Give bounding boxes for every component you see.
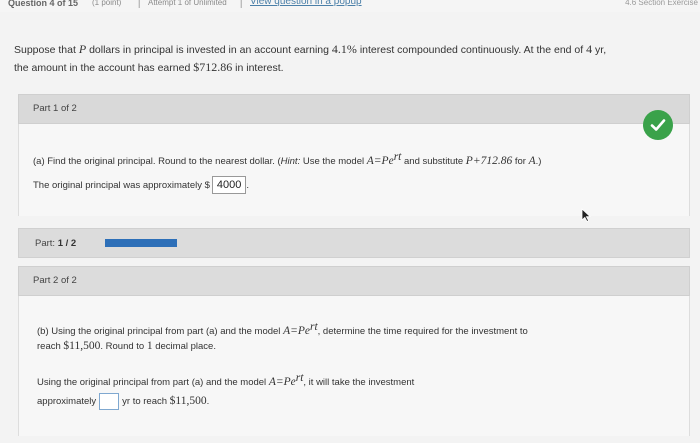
progress-bar: [105, 239, 177, 247]
attempt-counter: Attempt 1 of Unlimited: [148, 0, 227, 7]
progress-fill: [105, 239, 177, 247]
question-counter: Question 4 of 15: [8, 0, 79, 8]
part1-title: Part 1 of 2: [33, 103, 77, 114]
part2-answer-line: Using the original principal from part (…: [37, 369, 677, 411]
divider: |: [138, 0, 141, 8]
part1-prompt: (a) Find the original principal. Round t…: [33, 151, 542, 168]
part2-panel: (b) Using the original principal from pa…: [18, 296, 690, 436]
part2-prompt: (b) Using the original principal from pa…: [37, 321, 528, 353]
time-answer-input[interactable]: [99, 393, 120, 411]
divider: |: [240, 0, 243, 8]
part1-panel: (a) Find the original principal. Round t…: [18, 110, 690, 216]
part2-title: Part 2 of 2: [33, 275, 77, 286]
correct-check-icon: [643, 110, 673, 140]
part1-answer-line: The original principal was approximately…: [33, 176, 249, 195]
page: Question 4 of 15 (1 point) | Attempt 1 o…: [0, 0, 700, 443]
progress-label: Part: 1 / 2: [35, 238, 77, 249]
part-progress: Part: 1 / 2: [18, 228, 690, 258]
question-points: (1 point): [92, 0, 122, 7]
principal-answer-input[interactable]: 4000: [211, 176, 247, 194]
view-popup-link[interactable]: View question in a popup: [250, 0, 362, 8]
section-label: 4.6 Section Exercise: [625, 0, 698, 7]
question-text: Suppose that P dollars in principal is i…: [14, 42, 607, 74]
part2-header: Part 2 of 2: [18, 266, 690, 296]
part1-header: Part 1 of 2: [18, 94, 690, 124]
top-bar: Question 4 of 15 (1 point) | Attempt 1 o…: [0, 0, 700, 12]
